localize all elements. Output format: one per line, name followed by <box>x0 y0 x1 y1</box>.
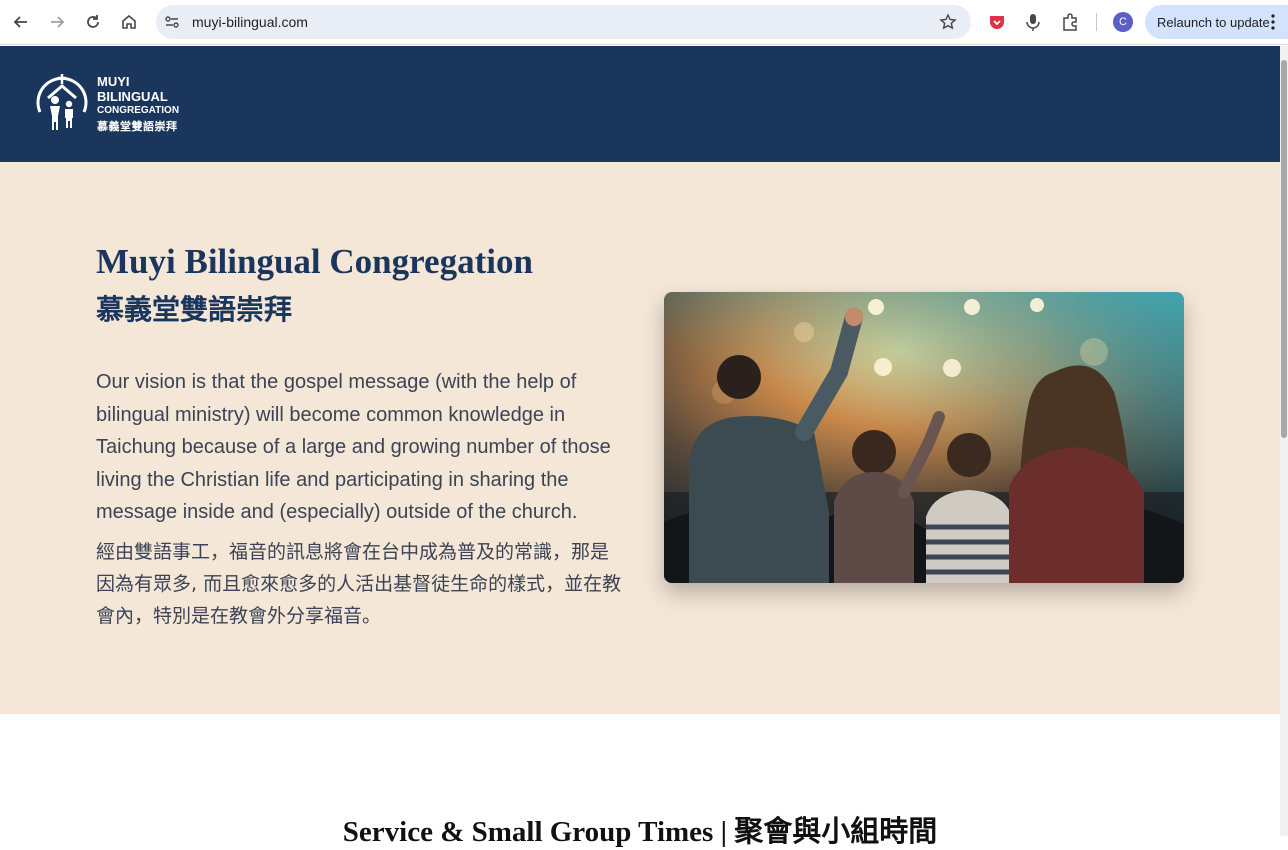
scrollbar-thumb[interactable] <box>1281 60 1287 438</box>
url-text[interactable]: muyi-bilingual.com <box>192 14 308 30</box>
address-bar[interactable]: muyi-bilingual.com <box>156 5 971 39</box>
back-icon[interactable] <box>7 8 35 36</box>
more-vert-icon[interactable] <box>1271 14 1275 30</box>
church-family-logo-icon <box>36 74 88 130</box>
logo-line-3: CONGREGATION <box>97 105 180 116</box>
microphone-icon[interactable] <box>1023 12 1043 32</box>
extensions-icon[interactable] <box>1060 12 1080 32</box>
site-header: MUYI BILINGUAL CONGREGATION 慕義堂雙語崇拜 <box>0 46 1280 162</box>
home-icon[interactable] <box>115 8 143 36</box>
profile-avatar[interactable]: C <box>1113 12 1133 32</box>
star-icon[interactable] <box>939 13 957 31</box>
pocket-icon[interactable] <box>987 12 1007 32</box>
toolbar-divider <box>1096 13 1097 31</box>
logo-line-2: BILINGUAL <box>97 89 168 104</box>
vision-statement-zh: 經由雙語事工，福音的訊息將會在台中成為普及的常識，那是因為有眾多, 而且愈來愈多… <box>96 541 622 627</box>
hero-title: Muyi Bilingual Congregation <box>96 242 533 281</box>
browser-toolbar: muyi-bilingual.com C Relaunch to update <box>0 0 1288 45</box>
logo-line-1: MUYI <box>97 74 130 89</box>
logo-line-4: 慕義堂雙語崇拜 <box>97 121 178 133</box>
hero-image <box>664 292 1184 583</box>
hero-section: Muyi Bilingual Congregation 慕義堂雙語崇拜 Our … <box>0 162 1280 714</box>
site-info-icon[interactable] <box>164 14 180 30</box>
worship-family-photo <box>664 292 1184 583</box>
schedule-section-title: Service & Small Group Times | 聚會與小組時間 <box>342 816 938 848</box>
site-logo[interactable]: MUYI BILINGUAL CONGREGATION 慕義堂雙語崇拜 <box>34 72 194 136</box>
relaunch-label: Relaunch to update <box>1157 15 1270 30</box>
forward-icon[interactable] <box>43 8 71 36</box>
relaunch-button[interactable]: Relaunch to update <box>1145 5 1288 39</box>
reload-icon[interactable] <box>79 8 107 36</box>
hero-title-zh: 慕義堂雙語崇拜 <box>96 293 293 326</box>
vision-statement-en: Our vision is that the gospel message (w… <box>96 371 611 523</box>
